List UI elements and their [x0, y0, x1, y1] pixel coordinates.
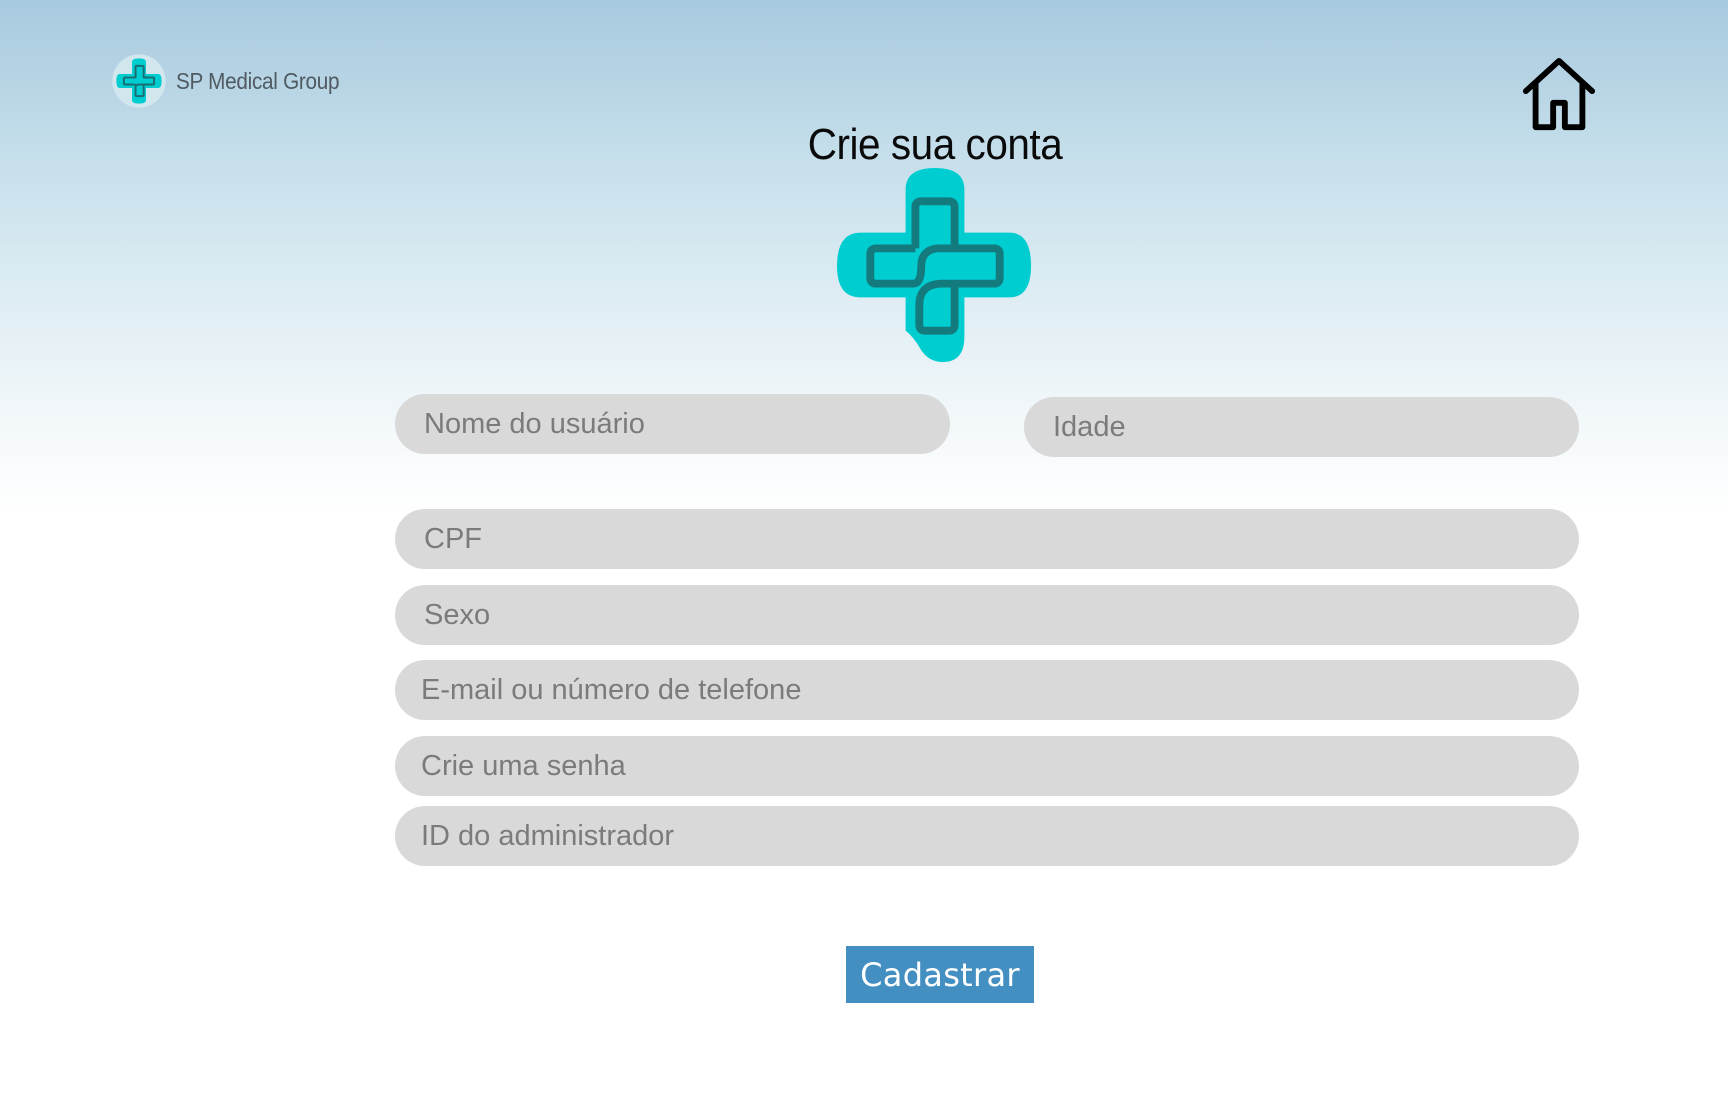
age-field[interactable] — [1024, 397, 1579, 457]
home-icon — [1522, 57, 1596, 131]
contact-field[interactable] — [395, 660, 1579, 720]
brand[interactable]: SP Medical Group — [110, 52, 357, 110]
password-field[interactable] — [395, 736, 1579, 796]
admin-id-input[interactable] — [421, 806, 1579, 866]
email-or-phone-input[interactable] — [421, 660, 1579, 720]
username-input[interactable] — [424, 394, 950, 454]
age-input[interactable] — [1053, 397, 1579, 457]
hero-logo — [836, 168, 1034, 364]
medical-cross-logo-icon — [837, 168, 1032, 363]
password-input[interactable] — [421, 736, 1579, 796]
medical-cross-logo-icon — [112, 54, 166, 108]
brand-name: SP Medical Group — [176, 67, 340, 94]
cpf-field[interactable] — [395, 509, 1579, 569]
admin-id-field[interactable] — [395, 806, 1579, 866]
username-field[interactable] — [395, 394, 950, 454]
register-button[interactable]: Cadastrar — [846, 946, 1034, 1003]
cpf-input[interactable] — [424, 509, 1579, 569]
sex-input[interactable] — [424, 585, 1579, 645]
home-button[interactable] — [1520, 55, 1598, 135]
page-title: Crie sua conta — [807, 120, 1063, 169]
sex-field[interactable] — [395, 585, 1579, 645]
